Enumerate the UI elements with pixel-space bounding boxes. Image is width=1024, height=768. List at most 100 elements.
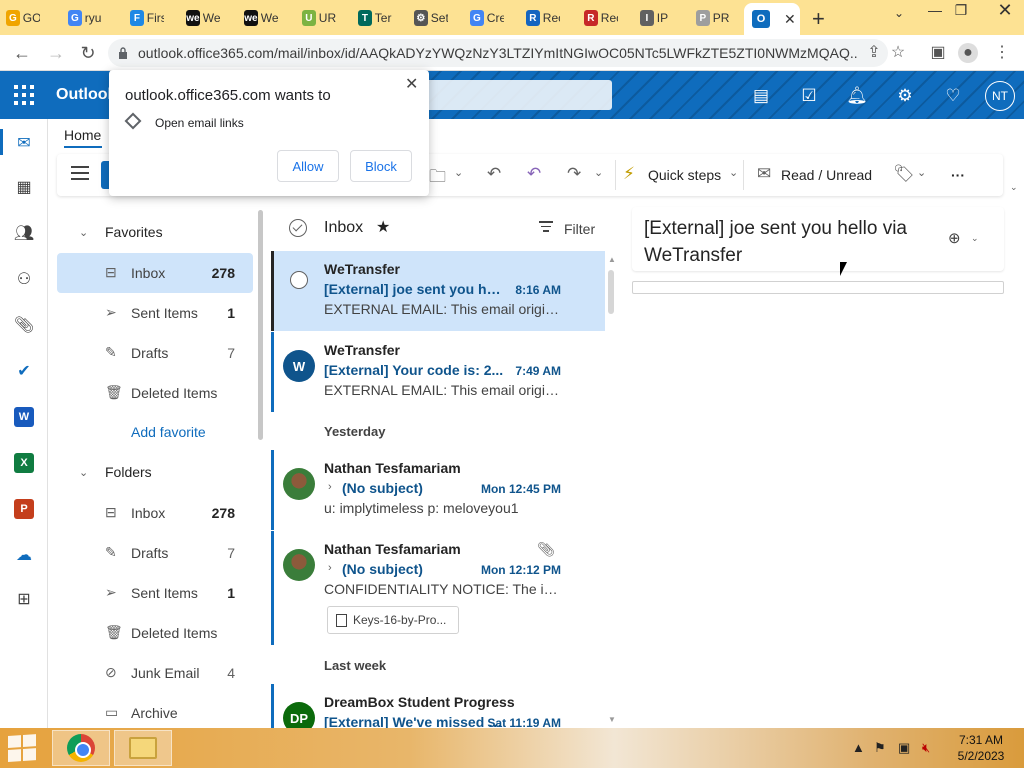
search-input[interactable]: [420, 80, 612, 110]
chevron-down-icon[interactable]: ⌄: [917, 166, 926, 179]
browser-menu-icon[interactable]: ⋮: [992, 43, 1012, 63]
browser-tab[interactable]: P PR: [696, 4, 730, 32]
profile-icon[interactable]: ●: [958, 43, 978, 63]
favorite-drafts[interactable]: ✎ Drafts 7: [57, 333, 253, 373]
folder-drafts[interactable]: ✎ Drafts 7: [57, 533, 253, 573]
select-message-circle-icon[interactable]: [290, 271, 308, 289]
browser-tab[interactable]: Gryu: [68, 4, 102, 32]
favorite-deleted-items[interactable]: 🗑︎ Deleted Items: [57, 373, 253, 413]
close-window-icon[interactable]: ✕: [990, 0, 1020, 21]
tips-lightbulb-icon[interactable]: ♡: [942, 85, 964, 107]
taskbar-chrome-button[interactable]: [52, 730, 110, 766]
powerpoint-icon[interactable]: P: [12, 497, 36, 521]
address-bar[interactable]: outlook.office365.com/mail/inbox/id/AAQk…: [108, 39, 888, 67]
volume-muted-icon[interactable]: 🔇︎: [922, 740, 930, 756]
quick-steps-lightning-icon[interactable]: ⚡︎: [623, 164, 635, 184]
system-clock[interactable]: 7:31 AM 5/2/2023: [950, 732, 1012, 764]
side-panel-icon[interactable]: ▣: [928, 43, 948, 63]
filter-button[interactable]: Filter: [564, 221, 595, 237]
folder-pane-scrollbar[interactable]: [258, 210, 263, 440]
app-launcher-icon[interactable]: [14, 85, 34, 105]
word-icon[interactable]: W: [12, 405, 36, 429]
browser-tab[interactable]: I IP: [640, 4, 674, 32]
groups-icon[interactable]: ⚇: [12, 267, 36, 291]
folder-deleted-items[interactable]: 🗑︎ Deleted Items: [57, 613, 253, 653]
calendar-icon[interactable]: ▦: [12, 175, 36, 199]
chevron-down-icon[interactable]: ⌄: [729, 166, 738, 179]
onedrive-icon[interactable]: ☁: [12, 543, 36, 567]
move-to-folder-icon[interactable]: 🗀︎: [429, 164, 446, 193]
folder-archive[interactable]: ▭ Archive: [57, 693, 253, 728]
favorite-sent-items[interactable]: ➢ Sent Items 1: [57, 293, 253, 333]
notification-bell-icon[interactable]: 🔔︎: [846, 85, 868, 107]
quick-steps-button[interactable]: Quick steps: [648, 167, 721, 183]
attachment-chip[interactable]: Keys-16-by-Pro...: [327, 606, 459, 634]
browser-tab[interactable]: we We: [244, 4, 278, 32]
forward-mail-icon[interactable]: ↷: [567, 164, 581, 184]
browser-tab[interactable]: U UR: [302, 4, 336, 32]
scroll-up-arrow-icon[interactable]: ▲: [608, 255, 616, 264]
allow-button[interactable]: Allow: [277, 150, 339, 182]
browser-tab[interactable]: RRec: [526, 4, 560, 32]
browser-tab[interactable]: F Firs: [130, 4, 164, 32]
forward-icon[interactable]: →: [44, 41, 68, 65]
more-apps-icon[interactable]: ⊞: [12, 587, 36, 611]
todo-check-icon[interactable]: ✔: [12, 359, 36, 383]
message-item[interactable]: Nathan Tesfamariam › (No subject) Mon 12…: [271, 450, 605, 530]
browser-tab-active[interactable]: O ✕: [744, 3, 800, 35]
browser-tab[interactable]: RRec: [584, 4, 618, 32]
attachment-icon[interactable]: 📎︎: [12, 313, 36, 337]
block-button[interactable]: Block: [350, 150, 412, 182]
browser-tab[interactable]: we We: [186, 4, 220, 32]
favorites-header[interactable]: ⌄ Favorites: [57, 212, 255, 252]
mail-icon[interactable]: ✉: [12, 131, 36, 155]
teams-icon[interactable]: ▤: [750, 85, 772, 107]
share-icon[interactable]: ⇪: [864, 43, 884, 63]
windows-start-icon[interactable]: [8, 734, 38, 763]
reply-all-icon[interactable]: ↶: [527, 164, 541, 184]
excel-icon[interactable]: X: [12, 451, 36, 475]
message-item[interactable]: W WeTransfer [External] Your code is: 2.…: [271, 332, 605, 412]
tab-search-icon[interactable]: ⌄: [884, 6, 914, 20]
browser-tab[interactable]: G GO: [6, 4, 40, 32]
message-list-scrollbar[interactable]: [608, 270, 614, 314]
scroll-down-arrow-icon[interactable]: ▼: [608, 715, 616, 724]
browser-tab[interactable]: G Cre: [470, 4, 504, 32]
read-unread-button[interactable]: Read / Unread: [781, 167, 872, 183]
favorite-inbox[interactable]: ⊟ Inbox 278: [57, 253, 253, 293]
hamburger-menu-icon[interactable]: [71, 166, 89, 180]
reload-icon[interactable]: ↻: [76, 41, 100, 65]
new-tab-button[interactable]: +: [812, 6, 825, 32]
close-icon[interactable]: ✕: [405, 74, 418, 94]
browser-tab[interactable]: ⚙ Set: [414, 4, 448, 32]
taskbar-explorer-button[interactable]: [114, 730, 172, 766]
tab-home[interactable]: Home: [64, 127, 101, 143]
account-avatar[interactable]: NT: [985, 81, 1015, 111]
restore-icon[interactable]: ❐: [946, 2, 976, 19]
settings-gear-icon[interactable]: ⚙: [894, 85, 916, 107]
back-icon[interactable]: ←: [10, 41, 34, 65]
reply-icon[interactable]: ↶: [487, 164, 501, 184]
favorite-star-icon[interactable]: ★: [376, 217, 390, 237]
message-item[interactable]: DP DreamBox Student Progress [External] …: [271, 684, 605, 728]
folders-header[interactable]: ⌄ Folders: [57, 452, 255, 492]
message-item[interactable]: Nathan Tesfamariam 📎︎ › (No subject) Mon…: [271, 531, 605, 645]
folder-junk-email[interactable]: ⊘ Junk Email 4: [57, 653, 253, 693]
network-icon[interactable]: ▣: [898, 740, 910, 756]
tray-overflow-icon[interactable]: ▲: [852, 740, 865, 755]
chevron-down-icon[interactable]: ⌄: [454, 166, 463, 179]
add-favorite-link[interactable]: Add favorite: [131, 424, 206, 440]
close-tab-icon[interactable]: ✕: [784, 11, 796, 28]
filter-icon[interactable]: [539, 221, 553, 233]
browser-tab[interactable]: T Ter: [358, 4, 392, 32]
message-item[interactable]: WeTransfer [External] joe sent you hello…: [271, 251, 605, 331]
more-options-button[interactable]: ···: [951, 167, 965, 183]
bookmark-star-icon[interactable]: ☆: [888, 43, 908, 63]
people-icon[interactable]: 👥︎: [12, 221, 36, 245]
folder-inbox[interactable]: ⊟ Inbox 278: [57, 493, 253, 533]
chevron-down-icon[interactable]: ⌄: [594, 166, 603, 179]
chevron-down-icon[interactable]: ⌄: [971, 233, 979, 244]
folder-sent-items[interactable]: ➢ Sent Items 1: [57, 573, 253, 613]
tag-icon[interactable]: 🏷︎: [893, 164, 915, 184]
action-center-flag-icon[interactable]: ⚑: [874, 740, 886, 756]
